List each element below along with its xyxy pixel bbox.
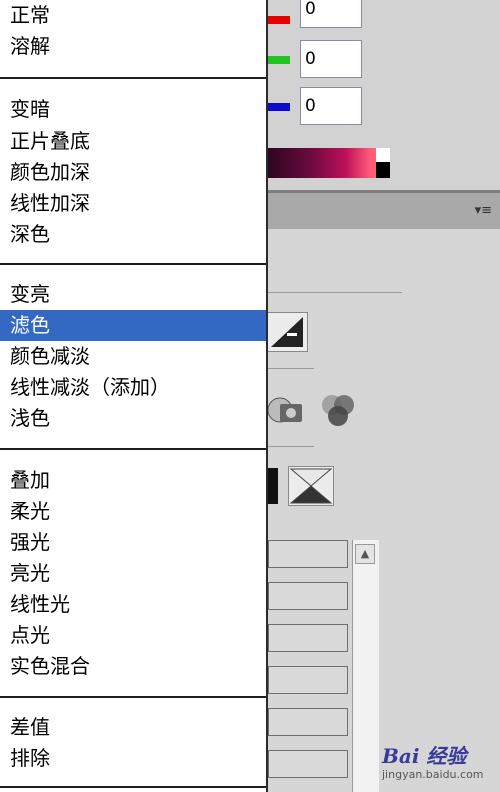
scroll-up-button[interactable]: ▲ xyxy=(355,544,375,564)
panel-options-icon[interactable]: ▾≡ xyxy=(475,203,492,218)
blue-value-field[interactable]: 0 xyxy=(300,87,362,125)
curves-adjustment-button[interactable] xyxy=(266,312,308,352)
blue-channel-row: 0 xyxy=(260,87,500,127)
blend-exclusion[interactable]: 排除 xyxy=(0,743,266,774)
menu-separator xyxy=(0,786,266,788)
blend-hard-mix[interactable]: 实色混合 xyxy=(0,651,266,682)
blue-swatch xyxy=(268,103,290,111)
list-item[interactable] xyxy=(268,666,348,694)
divider-line xyxy=(268,368,314,369)
list-item[interactable] xyxy=(268,582,348,610)
blend-hard-light[interactable]: 强光 xyxy=(0,527,266,558)
blend-pin-light[interactable]: 点光 xyxy=(0,620,266,651)
blend-soft-light[interactable]: 柔光 xyxy=(0,496,266,527)
menu-separator xyxy=(0,263,266,265)
watermark-url: jingyan.baidu.com xyxy=(382,768,484,781)
blend-linear-burn[interactable]: 线性加深 xyxy=(0,188,266,219)
photo-filter-button[interactable] xyxy=(266,390,306,430)
color-ramp[interactable] xyxy=(268,148,388,178)
black-swatch[interactable] xyxy=(376,162,390,178)
watermark: Bai 经验 jingyan.baidu.com xyxy=(382,736,498,790)
channel-mixer-icon xyxy=(322,395,354,426)
list-item[interactable] xyxy=(268,540,348,568)
blend-difference[interactable]: 差值 xyxy=(0,712,266,743)
camera-icon xyxy=(267,397,302,423)
channel-mixer-button[interactable] xyxy=(316,390,360,430)
blend-linear-light[interactable]: 线性光 xyxy=(0,589,266,620)
divider-line xyxy=(268,446,314,447)
list-item[interactable] xyxy=(268,708,348,736)
menu-separator xyxy=(0,696,266,698)
red-value-field[interactable]: 0 xyxy=(300,0,362,28)
white-swatch[interactable] xyxy=(376,148,390,162)
blend-multiply[interactable]: 正片叠底 xyxy=(0,126,266,157)
panel-header: ▾≡ xyxy=(268,193,500,229)
blend-linear-dodge[interactable]: 线性减淡（添加） xyxy=(0,372,266,403)
list-scrollbar[interactable] xyxy=(352,540,379,792)
red-swatch xyxy=(268,16,290,24)
list-item[interactable] xyxy=(268,750,348,778)
watermark-logo: Bai 经验 xyxy=(382,744,467,768)
blend-screen[interactable]: 滤色 xyxy=(0,310,266,341)
blend-darken[interactable]: 变暗 xyxy=(0,94,266,125)
blend-lighter-color[interactable]: 浅色 xyxy=(0,403,266,434)
green-swatch xyxy=(268,56,290,64)
menu-separator xyxy=(0,448,266,450)
blend-overlay[interactable]: 叠加 xyxy=(0,465,266,496)
blend-vivid-light[interactable]: 亮光 xyxy=(0,558,266,589)
list-item[interactable] xyxy=(268,624,348,652)
green-value-field[interactable]: 0 xyxy=(300,40,362,78)
gradient-map-button[interactable] xyxy=(288,466,334,506)
gradient-map-icon xyxy=(289,468,333,504)
blend-color-burn[interactable]: 颜色加深 xyxy=(0,157,266,188)
blend-dissolve[interactable]: 溶解 xyxy=(0,31,266,62)
red-channel-row: 0 xyxy=(260,0,500,40)
blend-darker-color[interactable]: 深色 xyxy=(0,219,266,250)
layer-list xyxy=(268,540,350,792)
menu-separator xyxy=(0,77,266,79)
blend-lighten[interactable]: 变亮 xyxy=(0,279,266,310)
blend-mode-menu: 正常 溶解 变暗 正片叠底 颜色加深 线性加深 深色 变亮 滤色 颜色减淡 线性… xyxy=(0,0,268,792)
blend-color-dodge[interactable]: 颜色减淡 xyxy=(0,341,266,372)
curve-icon xyxy=(271,317,303,347)
blend-normal[interactable]: 正常 xyxy=(0,0,266,31)
green-channel-row: 0 xyxy=(260,40,500,80)
divider-line xyxy=(268,292,402,293)
